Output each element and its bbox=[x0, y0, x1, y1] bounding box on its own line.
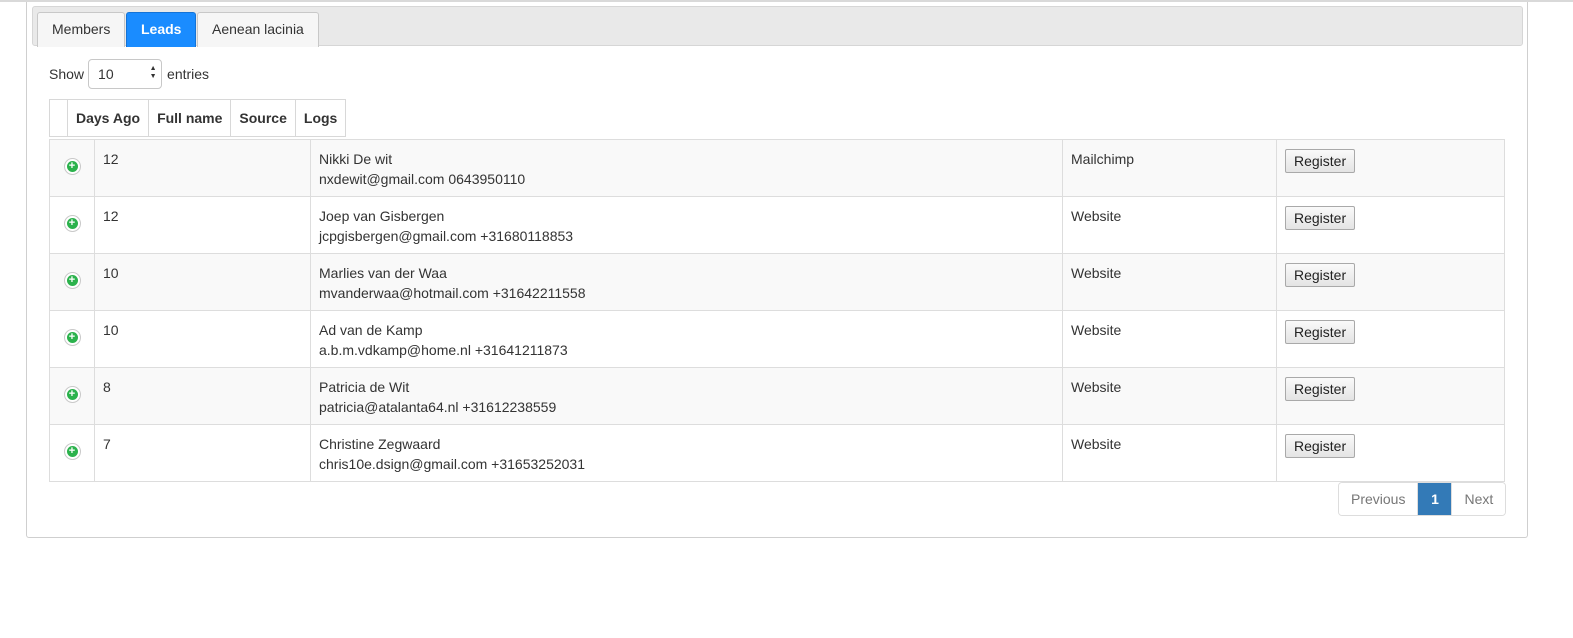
days-ago-cell: 12 bbox=[94, 139, 311, 197]
lead-name: Nikki De wit bbox=[319, 151, 393, 167]
expand-cell[interactable] bbox=[49, 139, 95, 197]
register-button[interactable]: Register bbox=[1285, 377, 1356, 401]
tab-leads[interactable]: Leads bbox=[126, 12, 197, 47]
table-row: 12 Joep van Gisbergen jcpgisbergen@gmail.… bbox=[49, 196, 1505, 254]
plus-circle-icon[interactable] bbox=[63, 271, 81, 289]
table-row: 10 Marlies van der Waa mvanderwaa@hotmail… bbox=[49, 253, 1505, 311]
full-name-cell: Marlies van der Waa mvanderwaa@hotmail.co… bbox=[310, 253, 1063, 311]
plus-circle-icon[interactable] bbox=[63, 214, 81, 232]
register-button[interactable]: Register bbox=[1285, 149, 1356, 173]
full-name-cell: Nikki De wit nxdewit@gmail.com 0643950110 bbox=[310, 139, 1063, 197]
days-ago-cell: 12 bbox=[94, 196, 311, 254]
source-cell: Website bbox=[1062, 424, 1277, 482]
lead-name: Patricia de Wit bbox=[319, 379, 410, 395]
lead-contact: mvanderwaa@hotmail.com +31642211558 bbox=[319, 285, 586, 301]
register-button[interactable]: Register bbox=[1285, 263, 1356, 287]
lead-name: Ad van de Kamp bbox=[319, 322, 423, 338]
header-full-name[interactable]: Full name bbox=[148, 100, 230, 136]
tab-aenean-lacinia[interactable]: Aenean lacinia bbox=[197, 12, 319, 47]
header-control-column bbox=[50, 100, 67, 136]
expand-cell[interactable] bbox=[49, 253, 95, 311]
logs-cell: Register bbox=[1276, 196, 1505, 254]
lead-contact: a.b.m.vdkamp@home.nl +31641211873 bbox=[319, 342, 568, 358]
source-cell: Website bbox=[1062, 310, 1277, 368]
lead-contact: chris10e.dsign@gmail.com +31653252031 bbox=[319, 456, 585, 472]
lead-name: Joep van Gisbergen bbox=[319, 208, 445, 224]
lead-contact: jcpgisbergen@gmail.com +31680118853 bbox=[319, 228, 574, 244]
leads-panel: Members Leads Aenean lacinia Show 10 ▲ ▼ … bbox=[26, 2, 1528, 538]
entries-select-value: 10 bbox=[98, 66, 114, 82]
sort-arrows-icon: ▲ ▼ bbox=[149, 65, 157, 80]
table-row: 12 Nikki De wit nxdewit@gmail.com 0643950… bbox=[49, 139, 1505, 197]
lead-name: Christine Zegwaard bbox=[319, 436, 441, 452]
logs-cell: Register bbox=[1276, 139, 1505, 197]
table-header: Days Ago Full name Source Logs bbox=[49, 99, 347, 137]
table-row: 10 Ad van de Kamp a.b.m.vdkamp@home.nl +3… bbox=[49, 310, 1505, 368]
plus-circle-icon[interactable] bbox=[63, 385, 81, 403]
logs-cell: Register bbox=[1276, 367, 1505, 425]
table-row: 7 Christine Zegwaard chris10e.dsign@gmail… bbox=[49, 424, 1505, 482]
entries-length-control: Show 10 ▲ ▼ entries bbox=[49, 58, 209, 90]
lead-contact: patricia@atalanta64.nl +31612238559 bbox=[319, 399, 557, 415]
leads-table: 12 Nikki De wit nxdewit@gmail.com 0643950… bbox=[49, 139, 1505, 482]
previous-page-button[interactable]: Previous bbox=[1339, 483, 1419, 515]
page-1-button[interactable]: 1 bbox=[1418, 483, 1452, 515]
pagination: Previous 1 Next bbox=[1338, 482, 1507, 516]
register-button[interactable]: Register bbox=[1285, 434, 1356, 458]
expand-cell[interactable] bbox=[49, 367, 95, 425]
source-cell: Website bbox=[1062, 253, 1277, 311]
logs-cell: Register bbox=[1276, 310, 1505, 368]
header-source[interactable]: Source bbox=[230, 100, 294, 136]
source-cell: Website bbox=[1062, 367, 1277, 425]
plus-circle-icon[interactable] bbox=[63, 328, 81, 346]
expand-cell[interactable] bbox=[49, 424, 95, 482]
logs-cell: Register bbox=[1276, 253, 1505, 311]
table-row: 8 Patricia de Wit patricia@atalanta64.nl … bbox=[49, 367, 1505, 425]
days-ago-cell: 10 bbox=[94, 310, 311, 368]
full-name-cell: Ad van de Kamp a.b.m.vdkamp@home.nl +3164… bbox=[310, 310, 1063, 368]
entries-select[interactable]: 10 ▲ ▼ bbox=[88, 59, 163, 89]
days-ago-cell: 10 bbox=[94, 253, 311, 311]
full-name-cell: Christine Zegwaard chris10e.dsign@gmail.c… bbox=[310, 424, 1063, 482]
header-logs[interactable]: Logs bbox=[294, 100, 345, 136]
days-ago-cell: 8 bbox=[94, 367, 311, 425]
expand-cell[interactable] bbox=[49, 310, 95, 368]
entries-label: entries bbox=[167, 66, 210, 82]
full-name-cell: Joep van Gisbergen jcpgisbergen@gmail.com… bbox=[310, 196, 1063, 254]
source-cell: Mailchimp bbox=[1062, 139, 1277, 197]
header-days-ago[interactable]: Days Ago bbox=[67, 100, 148, 136]
expand-cell[interactable] bbox=[49, 196, 95, 254]
plus-circle-icon[interactable] bbox=[63, 442, 81, 460]
register-button[interactable]: Register bbox=[1285, 320, 1356, 344]
register-button[interactable]: Register bbox=[1285, 206, 1356, 230]
plus-circle-icon[interactable] bbox=[63, 157, 81, 175]
tab-members[interactable]: Members bbox=[37, 12, 126, 47]
logs-cell: Register bbox=[1276, 424, 1505, 482]
show-label: Show bbox=[49, 66, 85, 82]
source-cell: Website bbox=[1062, 196, 1277, 254]
full-name-cell: Patricia de Wit patricia@atalanta64.nl +3… bbox=[310, 367, 1063, 425]
lead-name: Marlies van der Waa bbox=[319, 265, 447, 281]
days-ago-cell: 7 bbox=[94, 424, 311, 482]
lead-contact: nxdewit@gmail.com 0643950110 bbox=[319, 171, 526, 187]
next-page-button[interactable]: Next bbox=[1451, 483, 1506, 515]
tab-bar: Members Leads Aenean lacinia bbox=[32, 6, 1523, 47]
